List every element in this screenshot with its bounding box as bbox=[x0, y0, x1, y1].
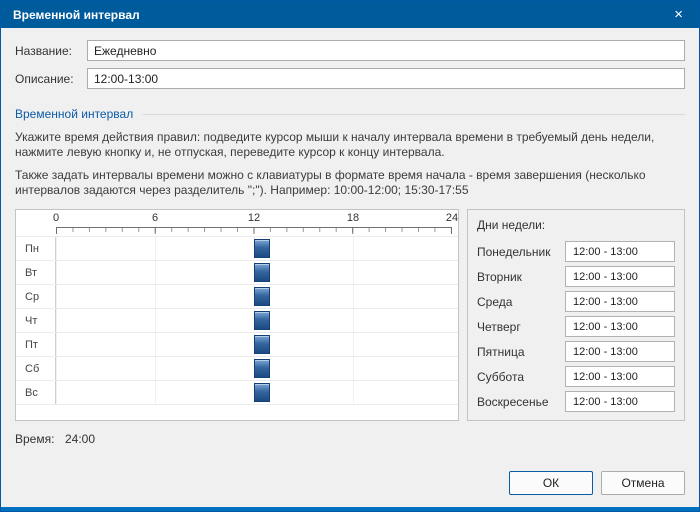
grid-row-wednesday: Ср bbox=[16, 285, 458, 310]
axis-label-6: 6 bbox=[151, 212, 159, 225]
saturday-time-input[interactable] bbox=[565, 366, 675, 388]
week-days-header: Дни недели: bbox=[477, 218, 546, 233]
day-abbrev: Чт bbox=[16, 309, 56, 333]
interval-block[interactable] bbox=[254, 383, 271, 403]
close-icon[interactable]: × bbox=[670, 5, 687, 24]
interval-block[interactable] bbox=[254, 287, 271, 307]
interval-block[interactable] bbox=[254, 335, 271, 355]
dialog-buttons: ОК Отмена bbox=[509, 471, 685, 495]
axis-track: 0 6 12 18 24 bbox=[52, 210, 458, 236]
grid-rows: Пн Вт Ср Чт Пт Сб Вс bbox=[16, 236, 458, 406]
time-interval-dialog: Временной интервал × Название: Описание:… bbox=[0, 0, 700, 512]
day-label: Четверг bbox=[477, 319, 521, 334]
day-row-friday: Пятница bbox=[477, 341, 675, 363]
day-abbrev: Ср bbox=[16, 285, 56, 309]
day-track[interactable] bbox=[56, 333, 452, 357]
monday-time-input[interactable] bbox=[565, 241, 675, 263]
instructions-paragraph-2: Также задать интервалы времени можно с к… bbox=[15, 167, 646, 198]
tuesday-time-input[interactable] bbox=[565, 266, 675, 288]
day-label: Понедельник bbox=[477, 244, 551, 259]
day-row-monday: Понедельник bbox=[477, 241, 675, 263]
instructions-paragraph-1: Укажите время действия правил: подведите… bbox=[15, 130, 655, 160]
grid-row-sunday: Вс bbox=[16, 381, 458, 406]
time-value: 24:00 bbox=[65, 432, 96, 447]
day-row-sunday: Воскресенье bbox=[477, 391, 675, 413]
day-label: Суббота bbox=[477, 369, 524, 384]
day-abbrev: Вс bbox=[16, 381, 56, 405]
total-time-row: Время: 24:00 bbox=[15, 432, 685, 446]
day-track[interactable] bbox=[56, 237, 452, 261]
day-track[interactable] bbox=[56, 309, 452, 333]
day-label: Пятница bbox=[477, 344, 525, 359]
grid-row-monday: Пн bbox=[16, 237, 458, 262]
description-label: Описание: bbox=[15, 71, 74, 86]
time-label: Время: bbox=[15, 432, 55, 447]
day-track[interactable] bbox=[56, 285, 452, 309]
cancel-button[interactable]: Отмена bbox=[601, 471, 685, 495]
grid-row-saturday: Сб bbox=[16, 357, 458, 382]
axis-label-12: 12 bbox=[247, 212, 261, 225]
description-row: Описание: bbox=[15, 68, 685, 89]
day-label: Вторник bbox=[477, 269, 522, 284]
friday-time-input[interactable] bbox=[565, 341, 675, 363]
interval-block[interactable] bbox=[254, 239, 271, 259]
day-label: Среда bbox=[477, 294, 513, 309]
ok-button[interactable]: ОК bbox=[509, 471, 593, 495]
axis-ruler bbox=[56, 227, 452, 235]
day-abbrev: Вт bbox=[16, 261, 56, 285]
axis-label-18: 18 bbox=[346, 212, 360, 225]
axis-label-24: 24 bbox=[445, 212, 459, 225]
window-title: Временной интервал bbox=[13, 7, 140, 22]
name-label: Название: bbox=[15, 43, 72, 58]
interval-block[interactable] bbox=[254, 359, 271, 379]
axis-spacer bbox=[16, 210, 56, 236]
time-axis: 0 6 12 18 24 bbox=[16, 210, 458, 236]
day-track[interactable] bbox=[56, 381, 452, 405]
sunday-time-input[interactable] bbox=[565, 391, 675, 413]
thursday-time-input[interactable] bbox=[565, 316, 675, 338]
grid-row-friday: Пт bbox=[16, 333, 458, 358]
grid-row-tuesday: Вт bbox=[16, 261, 458, 286]
day-track[interactable] bbox=[56, 357, 452, 381]
day-row-thursday: Четверг bbox=[477, 316, 675, 338]
section-title: Временной интервал bbox=[15, 107, 134, 121]
title-bar: Временной интервал × bbox=[1, 1, 699, 28]
section-divider bbox=[143, 113, 685, 115]
axis-label-0: 0 bbox=[52, 212, 60, 225]
day-abbrev: Пт bbox=[16, 333, 56, 357]
name-input[interactable] bbox=[87, 40, 685, 61]
interval-block[interactable] bbox=[254, 263, 271, 283]
grid-row-thursday: Чт bbox=[16, 309, 458, 334]
dialog-content: Название: Описание: Временной интервал У… bbox=[1, 28, 699, 507]
wednesday-time-input[interactable] bbox=[565, 291, 675, 313]
day-abbrev: Пн bbox=[16, 237, 56, 261]
name-row: Название: bbox=[15, 40, 685, 61]
day-label: Воскресенье bbox=[477, 394, 549, 409]
day-row-saturday: Суббота bbox=[477, 366, 675, 388]
interval-block[interactable] bbox=[254, 311, 271, 331]
schedule-grid[interactable]: 0 6 12 18 24 Пн Вт Ср Чт Пт Сб Вс bbox=[15, 209, 459, 422]
day-track[interactable] bbox=[56, 261, 452, 285]
day-abbrev: Сб bbox=[16, 357, 56, 381]
window-bottom-edge bbox=[1, 507, 699, 511]
section-header: Временной интервал bbox=[15, 107, 685, 121]
day-row-tuesday: Вторник bbox=[477, 266, 675, 288]
week-days-panel: Дни недели: Понедельник Вторник Среда Че… bbox=[467, 209, 685, 422]
description-input[interactable] bbox=[87, 68, 685, 89]
main-area: 0 6 12 18 24 Пн Вт Ср Чт Пт Сб Вс Дни не… bbox=[15, 209, 685, 422]
day-row-wednesday: Среда bbox=[477, 291, 675, 313]
